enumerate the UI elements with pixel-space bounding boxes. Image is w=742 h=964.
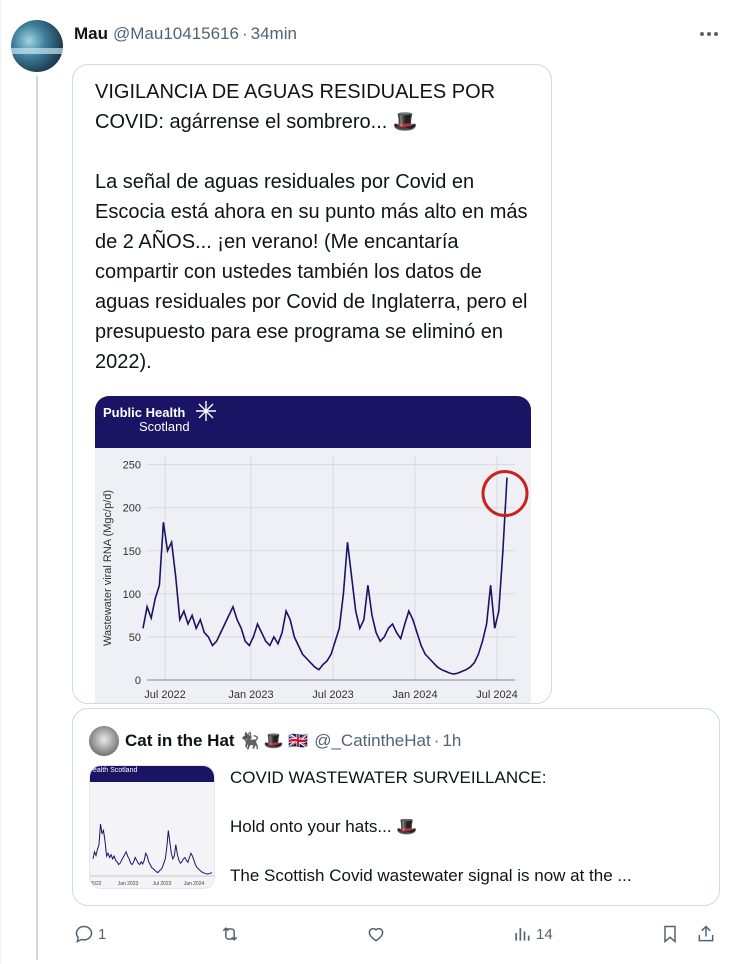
- sparkle-icon: [196, 401, 216, 421]
- x-tick-label: Jan 2023: [228, 689, 273, 701]
- quote-line-2: Hold onto your hats... 🎩: [230, 817, 418, 836]
- bookmark-icon: [664, 925, 676, 944]
- post-time[interactable]: 34min: [251, 24, 297, 44]
- x-tick-label: Jan 2024: [392, 689, 437, 701]
- author-name[interactable]: Mau: [74, 24, 108, 44]
- series-line: [142, 477, 508, 675]
- logo-line-2: Scotland: [139, 419, 190, 434]
- bookmark-button[interactable]: [660, 920, 680, 948]
- thumb-x-tick-label: Jan 2023: [118, 881, 139, 887]
- thumb-series-line: [92, 823, 213, 875]
- views-button[interactable]: 14: [512, 920, 553, 948]
- quote-time[interactable]: 1h: [442, 731, 461, 751]
- views-count: 14: [536, 925, 553, 943]
- more-options-button[interactable]: [694, 22, 724, 46]
- quote-header: Cat in the Hat 🐈‍⬛ 🎩 🇬🇧 @_CatintheHat · …: [125, 729, 461, 753]
- quoted-original-post[interactable]: Cat in the Hat 🐈‍⬛ 🎩 🇬🇧 @_CatintheHat · …: [72, 708, 720, 906]
- x-tick-label: Jul 2022: [144, 689, 186, 701]
- cat-avatar[interactable]: [89, 726, 119, 756]
- x-tick-label: Jul 2024: [476, 689, 518, 701]
- phs-banner: Public Health Scotland: [95, 396, 531, 448]
- share-icon: [698, 925, 714, 942]
- thumb-x-tick-label: 2022: [90, 881, 101, 887]
- repost-button[interactable]: [219, 920, 245, 948]
- left-border: [0, 0, 1, 964]
- post-paragraph-2: La señal de aguas residuales por Covid e…: [95, 171, 528, 373]
- quote-author-name[interactable]: Cat in the Hat: [125, 731, 235, 751]
- logo-line-1: Public Health: [103, 405, 186, 420]
- separator: ·: [433, 731, 440, 750]
- thumb-banner: ealth Scotland: [90, 766, 214, 782]
- separator: ·: [241, 24, 248, 43]
- y-tick-label: 100: [123, 589, 141, 601]
- avatar[interactable]: [11, 20, 63, 72]
- y-tick-label: 200: [123, 503, 141, 515]
- thumb-x-tick-label: Jul 2023: [153, 881, 172, 887]
- like-button[interactable]: [366, 920, 390, 948]
- reply-count: 1: [98, 925, 107, 943]
- y-axis-label: Wastewater viral RNA (Mgc/p/d): [102, 490, 114, 646]
- thumb-chart: 2022 Jan 2023 Jul 2023 Jan 2024: [90, 823, 214, 887]
- phs-logo: Public Health Scotland: [103, 401, 216, 434]
- heart-icon: [368, 927, 384, 942]
- quote-author-emojis: 🐈‍⬛ 🎩 🇬🇧: [239, 733, 309, 750]
- repost-icon: [222, 927, 238, 941]
- more-dot-icon: [714, 32, 718, 36]
- thumb-x-tick-label: Jan 2024: [184, 881, 205, 887]
- quote-line-1: COVID WASTEWATER SURVEILLANCE:: [230, 768, 547, 787]
- post-header: Mau @Mau10415616 · 34min: [74, 22, 297, 46]
- quote-line-3: The Scottish Covid wastewater signal is …: [230, 866, 632, 885]
- y-tick-label: 0: [135, 675, 141, 687]
- author-handle[interactable]: @Mau10415616: [113, 24, 239, 44]
- quote-thumbnail[interactable]: ealth Scotland 2022 Jan 2023 Jul 2023 Jan 2…: [89, 765, 215, 889]
- x-tick-label: Jul 2023: [312, 689, 354, 701]
- quote-author-handle[interactable]: @_CatintheHat: [314, 731, 431, 751]
- more-dot-icon: [700, 32, 704, 36]
- y-tick-label: 250: [123, 460, 141, 472]
- post-paragraph-1: VIGILANCIA DE AGUAS RESIDUALES POR COVID…: [95, 81, 496, 133]
- quoted-post[interactable]: VIGILANCIA DE AGUAS RESIDUALES POR COVID…: [72, 64, 552, 704]
- reply-icon: [75, 925, 93, 943]
- chart-image[interactable]: Public Health Scotland 0 50 100 150 200 250 Ju…: [95, 396, 531, 703]
- views-chart-icon: [515, 928, 530, 941]
- y-tick-label: 50: [129, 632, 141, 644]
- reply-button[interactable]: 1: [74, 920, 106, 948]
- post-text: VIGILANCIA DE AGUAS RESIDUALES POR COVID…: [95, 77, 535, 377]
- y-tick-label: 150: [123, 546, 141, 558]
- thread-line: [36, 76, 38, 960]
- action-bar: 1 14: [72, 920, 722, 948]
- quote-text: COVID WASTEWATER SURVEILLANCE: Hold onto…: [230, 765, 700, 905]
- more-dot-icon: [707, 32, 711, 36]
- wastewater-chart: 0 50 100 150 200 250 Jul 2022 Jan 2023 Jul 2023 J…: [102, 456, 529, 701]
- share-button[interactable]: [696, 920, 716, 948]
